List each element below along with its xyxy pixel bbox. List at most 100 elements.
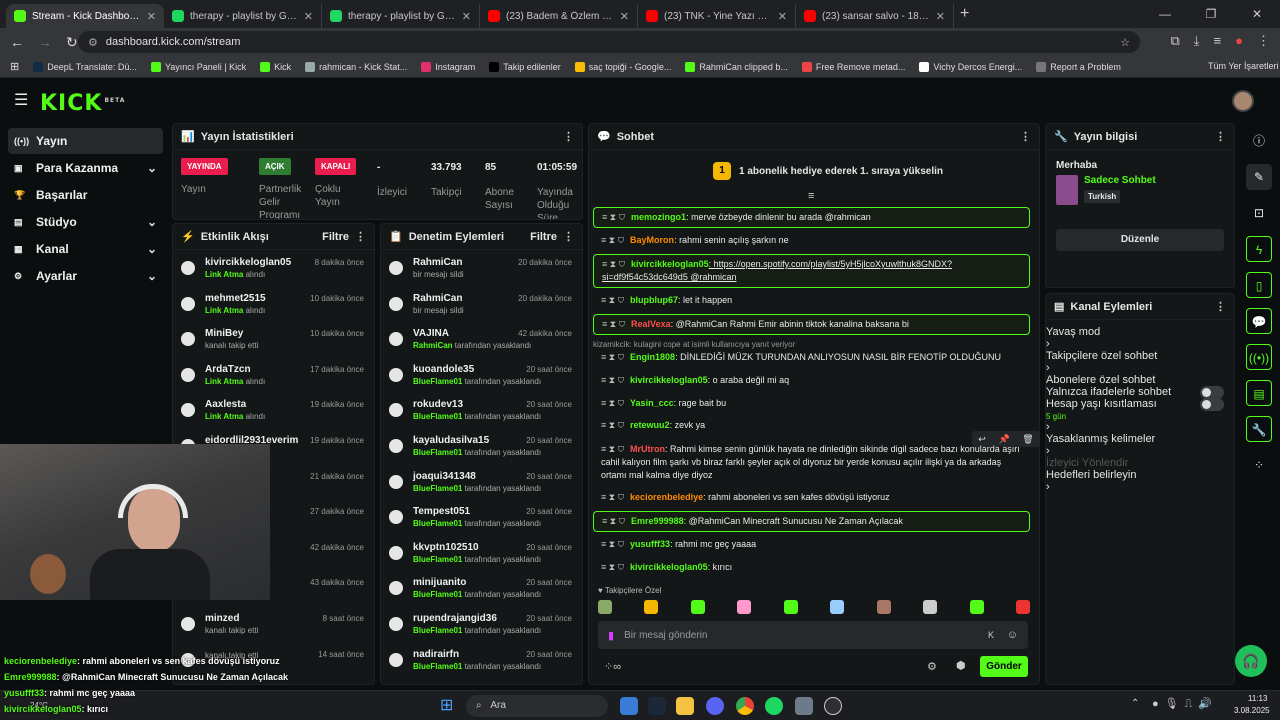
- list-item[interactable]: MiniBey kanalı takip etti 10 dakika önce: [173, 321, 374, 357]
- pinned-collapse-icon[interactable]: ≡: [808, 190, 814, 202]
- all-bookmarks-link[interactable]: Tüm Yer İşaretleri: [1208, 61, 1279, 71]
- site-info-icon[interactable]: ⚙: [88, 36, 98, 49]
- emote-icon[interactable]: [644, 600, 659, 614]
- reload-icon[interactable]: ↻: [66, 34, 78, 51]
- list-item[interactable]: rupendrajangid36 BlueFlame01 tarafından y…: [381, 606, 582, 642]
- chat-message[interactable]: ≡ ⧗ ⛉ Emre999988: @RahmiCan Minecraft Sun…: [593, 511, 1030, 532]
- chat-username[interactable]: Yasin_ccc: [630, 398, 674, 408]
- bookmark-item[interactable]: RahmiCan clipped b...: [685, 61, 788, 72]
- sub-gift-promo[interactable]: 1 1 abonelik hediye ederek 1. sıraya yük…: [713, 162, 943, 180]
- user-avatar[interactable]: [1232, 90, 1254, 112]
- stats-menu-icon[interactable]: ⋮: [563, 130, 574, 143]
- maximize-icon[interactable]: ❐: [1188, 7, 1234, 21]
- list-item[interactable]: VAJINA RahmiCan tarafından yasaklandı 42 d…: [381, 321, 582, 357]
- extensions-icon[interactable]: ⧉: [1171, 33, 1180, 49]
- sidebar-item-kanal[interactable]: ▦ Kanal ⌄: [8, 236, 163, 262]
- sidebar-item-para-kazanma[interactable]: ▣ Para Kazanma ⌄: [8, 155, 163, 181]
- chat-message[interactable]: ≡ ⧗ ⛉ kivircikkeloglan05: https://open.sp…: [593, 254, 1030, 288]
- bookmark-item[interactable]: Vichy Dercos Energi...: [919, 61, 1022, 72]
- community-icon[interactable]: ⁘∞: [604, 660, 621, 673]
- kick-logo[interactable]: KICK BETA: [40, 91, 125, 116]
- steam-icon[interactable]: [648, 697, 666, 715]
- bookmark-item[interactable]: Free Remove metad...: [801, 61, 905, 72]
- activity-filter-button[interactable]: Filtre: [322, 231, 349, 243]
- hamburger-menu-icon[interactable]: ☰: [14, 90, 28, 110]
- chat-username[interactable]: kivircikkeloglan05: [631, 259, 709, 269]
- list-item[interactable]: mehmet2515 Link Atma alındı 10 dakika önce: [173, 286, 374, 322]
- obs-icon[interactable]: [824, 697, 842, 715]
- list-item[interactable]: joaqui341348 BlueFlame01 tarafından yasak…: [381, 464, 582, 500]
- bookmark-item[interactable]: Kick: [260, 61, 291, 72]
- toggle-switch[interactable]: [1200, 398, 1224, 411]
- tab-close-icon[interactable]: ✕: [778, 10, 787, 23]
- list-item[interactable]: Tempest051 BlueFlame01 tarafından yasakla…: [381, 499, 582, 535]
- emoji-icon[interactable]: ☺: [1007, 629, 1018, 641]
- chrome-icon[interactable]: [736, 697, 754, 715]
- app-icon[interactable]: [795, 697, 813, 715]
- profile-icon[interactable]: ●: [1235, 33, 1243, 49]
- chat-message[interactable]: ≡ ⧗ ⛉ keciorenbelediye: rahmi aboneleri v…: [593, 488, 1030, 507]
- list-item[interactable]: minzed kanalı takip etti 8 saat önce: [173, 606, 374, 642]
- emote-icon[interactable]: [923, 600, 938, 614]
- chat-username[interactable]: retewuu2: [630, 420, 670, 430]
- browser-tab[interactable]: (23) sansar salvo - 180 km. - Yo ✕: [796, 4, 954, 28]
- browser-tab[interactable]: therapy - playlist by Gokdeniz ✕: [164, 4, 322, 28]
- chat-username[interactable]: blupblup67: [630, 295, 678, 305]
- clipboard-rail-icon[interactable]: ▤: [1246, 380, 1272, 406]
- apps-icon[interactable]: ⊞: [10, 60, 19, 73]
- emote-icon[interactable]: [830, 600, 845, 614]
- chat-input[interactable]: ▮ Bir mesaj gönderin ☺ K: [598, 621, 1028, 649]
- chat-message[interactable]: ≡ ⧗ ⛉ retewuu2: zevk ya: [593, 416, 1030, 435]
- chat-username[interactable]: BayMoron: [630, 235, 674, 245]
- discord-icon[interactable]: [706, 697, 724, 715]
- channel-action-item[interactable]: Hedefleri belirleyin ›: [1046, 469, 1234, 493]
- menu-icon[interactable]: ⋮: [1257, 33, 1270, 49]
- url-input[interactable]: ⚙ dashboard.kick.com/stream ☆: [78, 31, 1140, 53]
- kick-emote-icon[interactable]: K: [988, 630, 994, 640]
- explorer-icon[interactable]: [676, 697, 694, 715]
- bookmark-item[interactable]: Takip edilenler: [489, 61, 561, 72]
- emote-icon[interactable]: [690, 600, 705, 614]
- chat-username[interactable]: kivircikkeloglan05: [630, 562, 708, 572]
- browser-tab[interactable]: (23) TNK - Yine Yazı Bekleriz (A ✕: [638, 4, 796, 28]
- info-icon[interactable]: ⓘ: [1246, 128, 1272, 154]
- chat-menu-icon[interactable]: ⋮: [1020, 130, 1031, 143]
- list-item[interactable]: ArdaTzcn Link Atma alındı 17 dakika önce: [173, 357, 374, 393]
- channel-actions-menu-icon[interactable]: ⋮: [1215, 300, 1226, 313]
- emote-icon[interactable]: [1015, 600, 1030, 614]
- sidebar-item-ayarlar[interactable]: ⚙ Ayarlar ⌄: [8, 263, 163, 289]
- chat-settings-icon[interactable]: ⚙: [927, 660, 937, 673]
- headset-fab-icon[interactable]: 🎧: [1235, 645, 1267, 677]
- chat-username[interactable]: RealVexa: [631, 319, 671, 329]
- list-item[interactable]: kivircikkeloglan05 Link Atma alındı 8 daki…: [173, 250, 374, 286]
- bookmark-star-icon[interactable]: ☆: [1120, 36, 1130, 49]
- bookmark-item[interactable]: DeepL Translate: Dü...: [33, 61, 137, 72]
- pencil-icon[interactable]: ✎: [1246, 164, 1272, 190]
- broadcast-rail-icon[interactable]: ((•)): [1246, 344, 1272, 370]
- tray-chevron-icon[interactable]: ⌃: [1131, 698, 1139, 709]
- channel-action-item[interactable]: Yavaş mod ›: [1046, 326, 1234, 350]
- bookmark-item[interactable]: rahmican - Kick Stat...: [305, 61, 407, 72]
- media-icon[interactable]: ≡: [1214, 33, 1222, 49]
- chat-username[interactable]: yusufff33: [630, 539, 670, 549]
- activity-menu-icon[interactable]: ⋮: [355, 230, 366, 243]
- emote-icon[interactable]: [598, 600, 612, 614]
- sidebar-item-başarılar[interactable]: 🏆 Başarılar: [8, 182, 163, 208]
- windows-start-icon[interactable]: ⊞: [440, 697, 458, 715]
- stream-info-menu-icon[interactable]: ⋮: [1215, 130, 1226, 143]
- task-view-icon[interactable]: [620, 697, 638, 715]
- chat-message[interactable]: ≡ ⧗ ⛉ BayMoron: rahmi senin açılış şarkın…: [593, 231, 1030, 250]
- edit-stream-button[interactable]: Düzenle: [1056, 229, 1224, 251]
- list-item[interactable]: RahmiCan bir mesajı sildi 20 dakika önce: [381, 250, 582, 286]
- channel-action-item[interactable]: Yasaklanmış kelimeler ›: [1046, 433, 1234, 457]
- emote-icon[interactable]: [783, 600, 798, 614]
- close-window-icon[interactable]: ✕: [1234, 7, 1280, 21]
- emote-icon[interactable]: [737, 600, 752, 614]
- chat-username[interactable]: MrUtron: [630, 444, 665, 454]
- list-item[interactable]: kayaludasilva15 BlueFlame01 tarafından ya…: [381, 428, 582, 464]
- chat-username[interactable]: memozingo1: [631, 212, 686, 222]
- bookmark-item[interactable]: Report a Problem: [1036, 61, 1121, 72]
- chat-message[interactable]: ≡ ⧗ ⛉ Engin1808: DİNLEDİĞİ MÜZK TURUNDAN …: [593, 348, 1030, 367]
- list-item[interactable]: rokudev13 BlueFlame01 tarafından yasaklan…: [381, 392, 582, 428]
- tab-close-icon[interactable]: ✕: [620, 10, 629, 23]
